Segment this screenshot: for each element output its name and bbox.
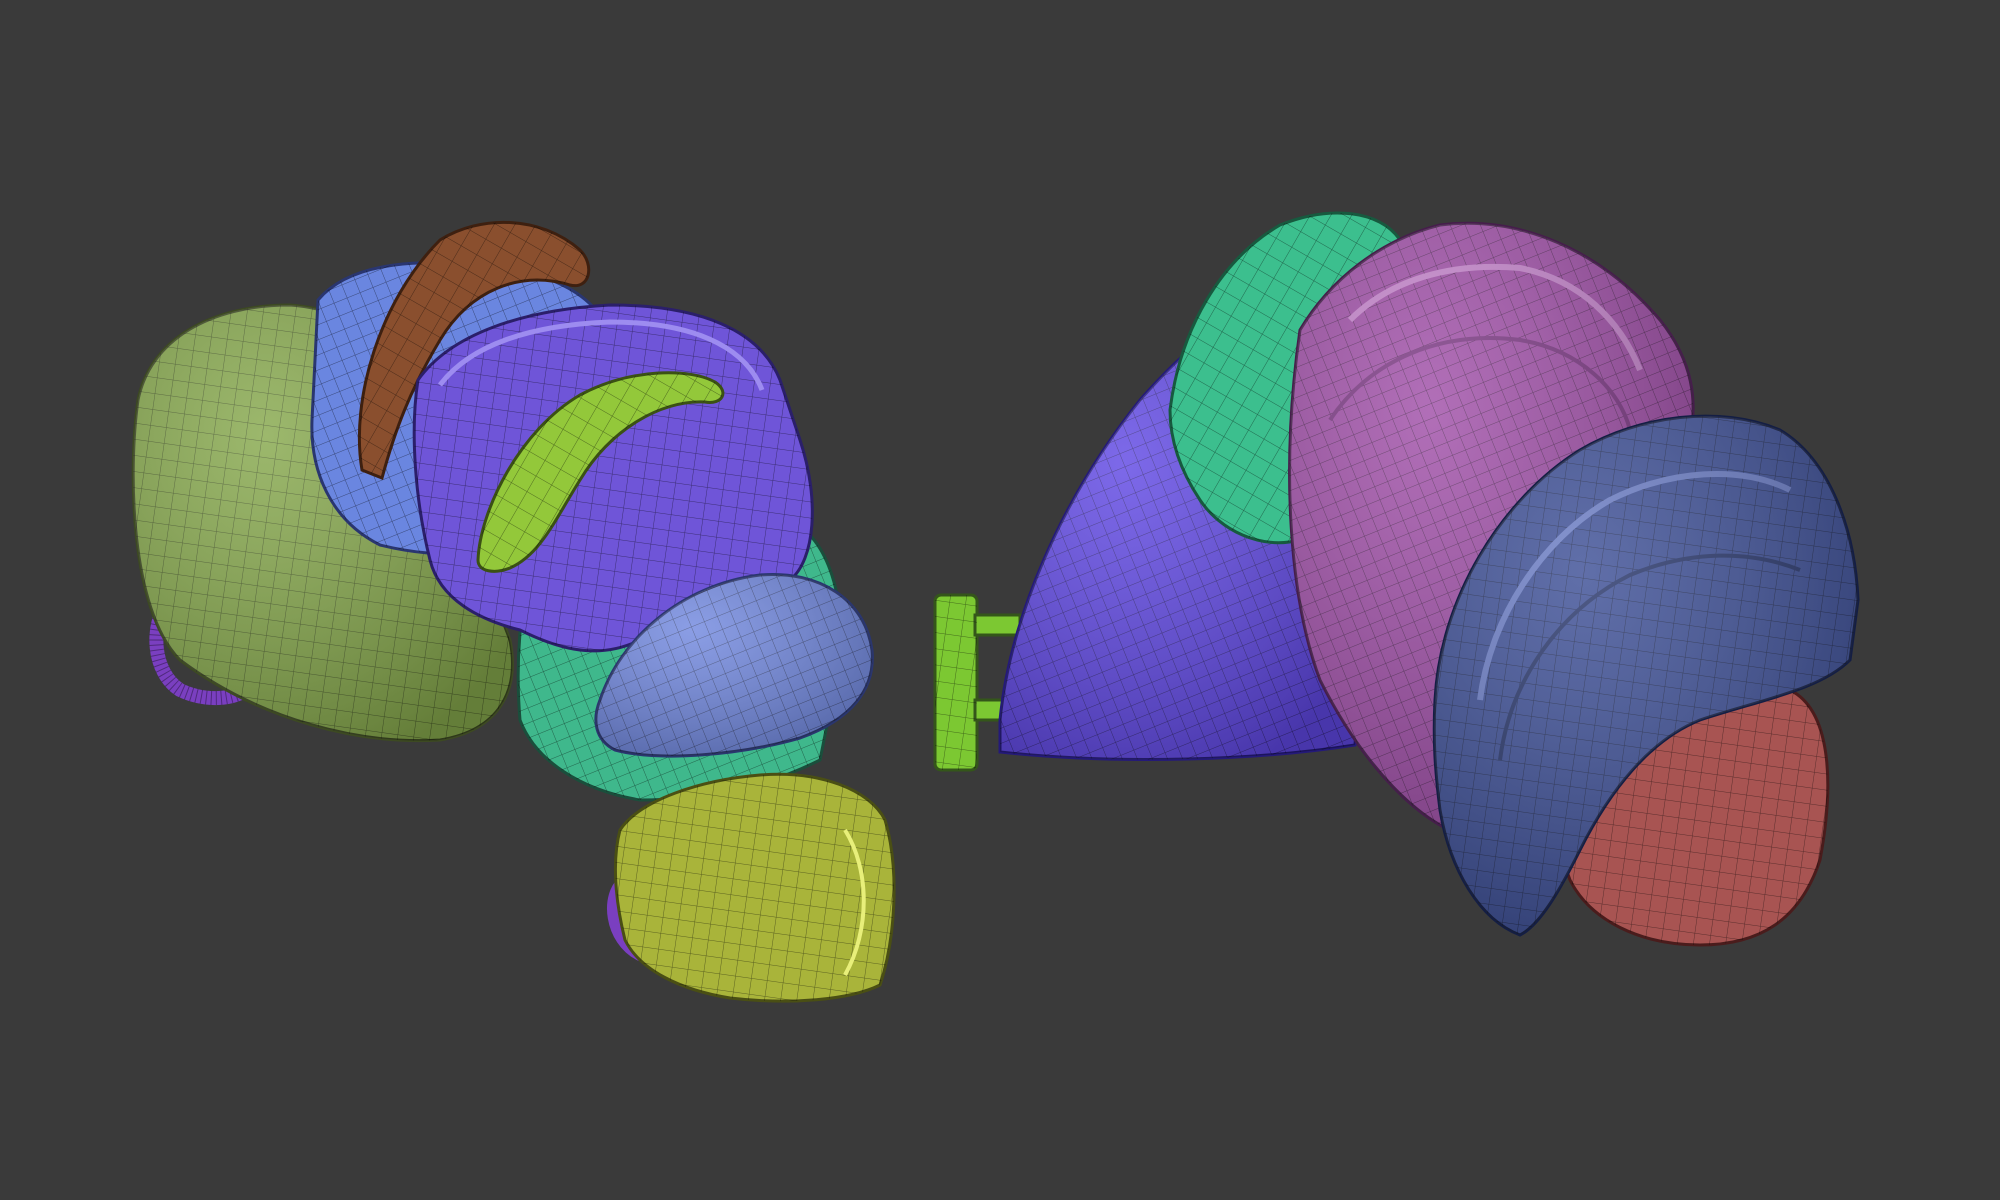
left-shoulder-armor <box>131 220 896 1003</box>
viewport <box>0 0 2000 1200</box>
yellow-bottom-plate <box>613 772 896 1003</box>
scene <box>131 211 1860 1003</box>
right-shoulder-armor <box>933 211 1860 947</box>
